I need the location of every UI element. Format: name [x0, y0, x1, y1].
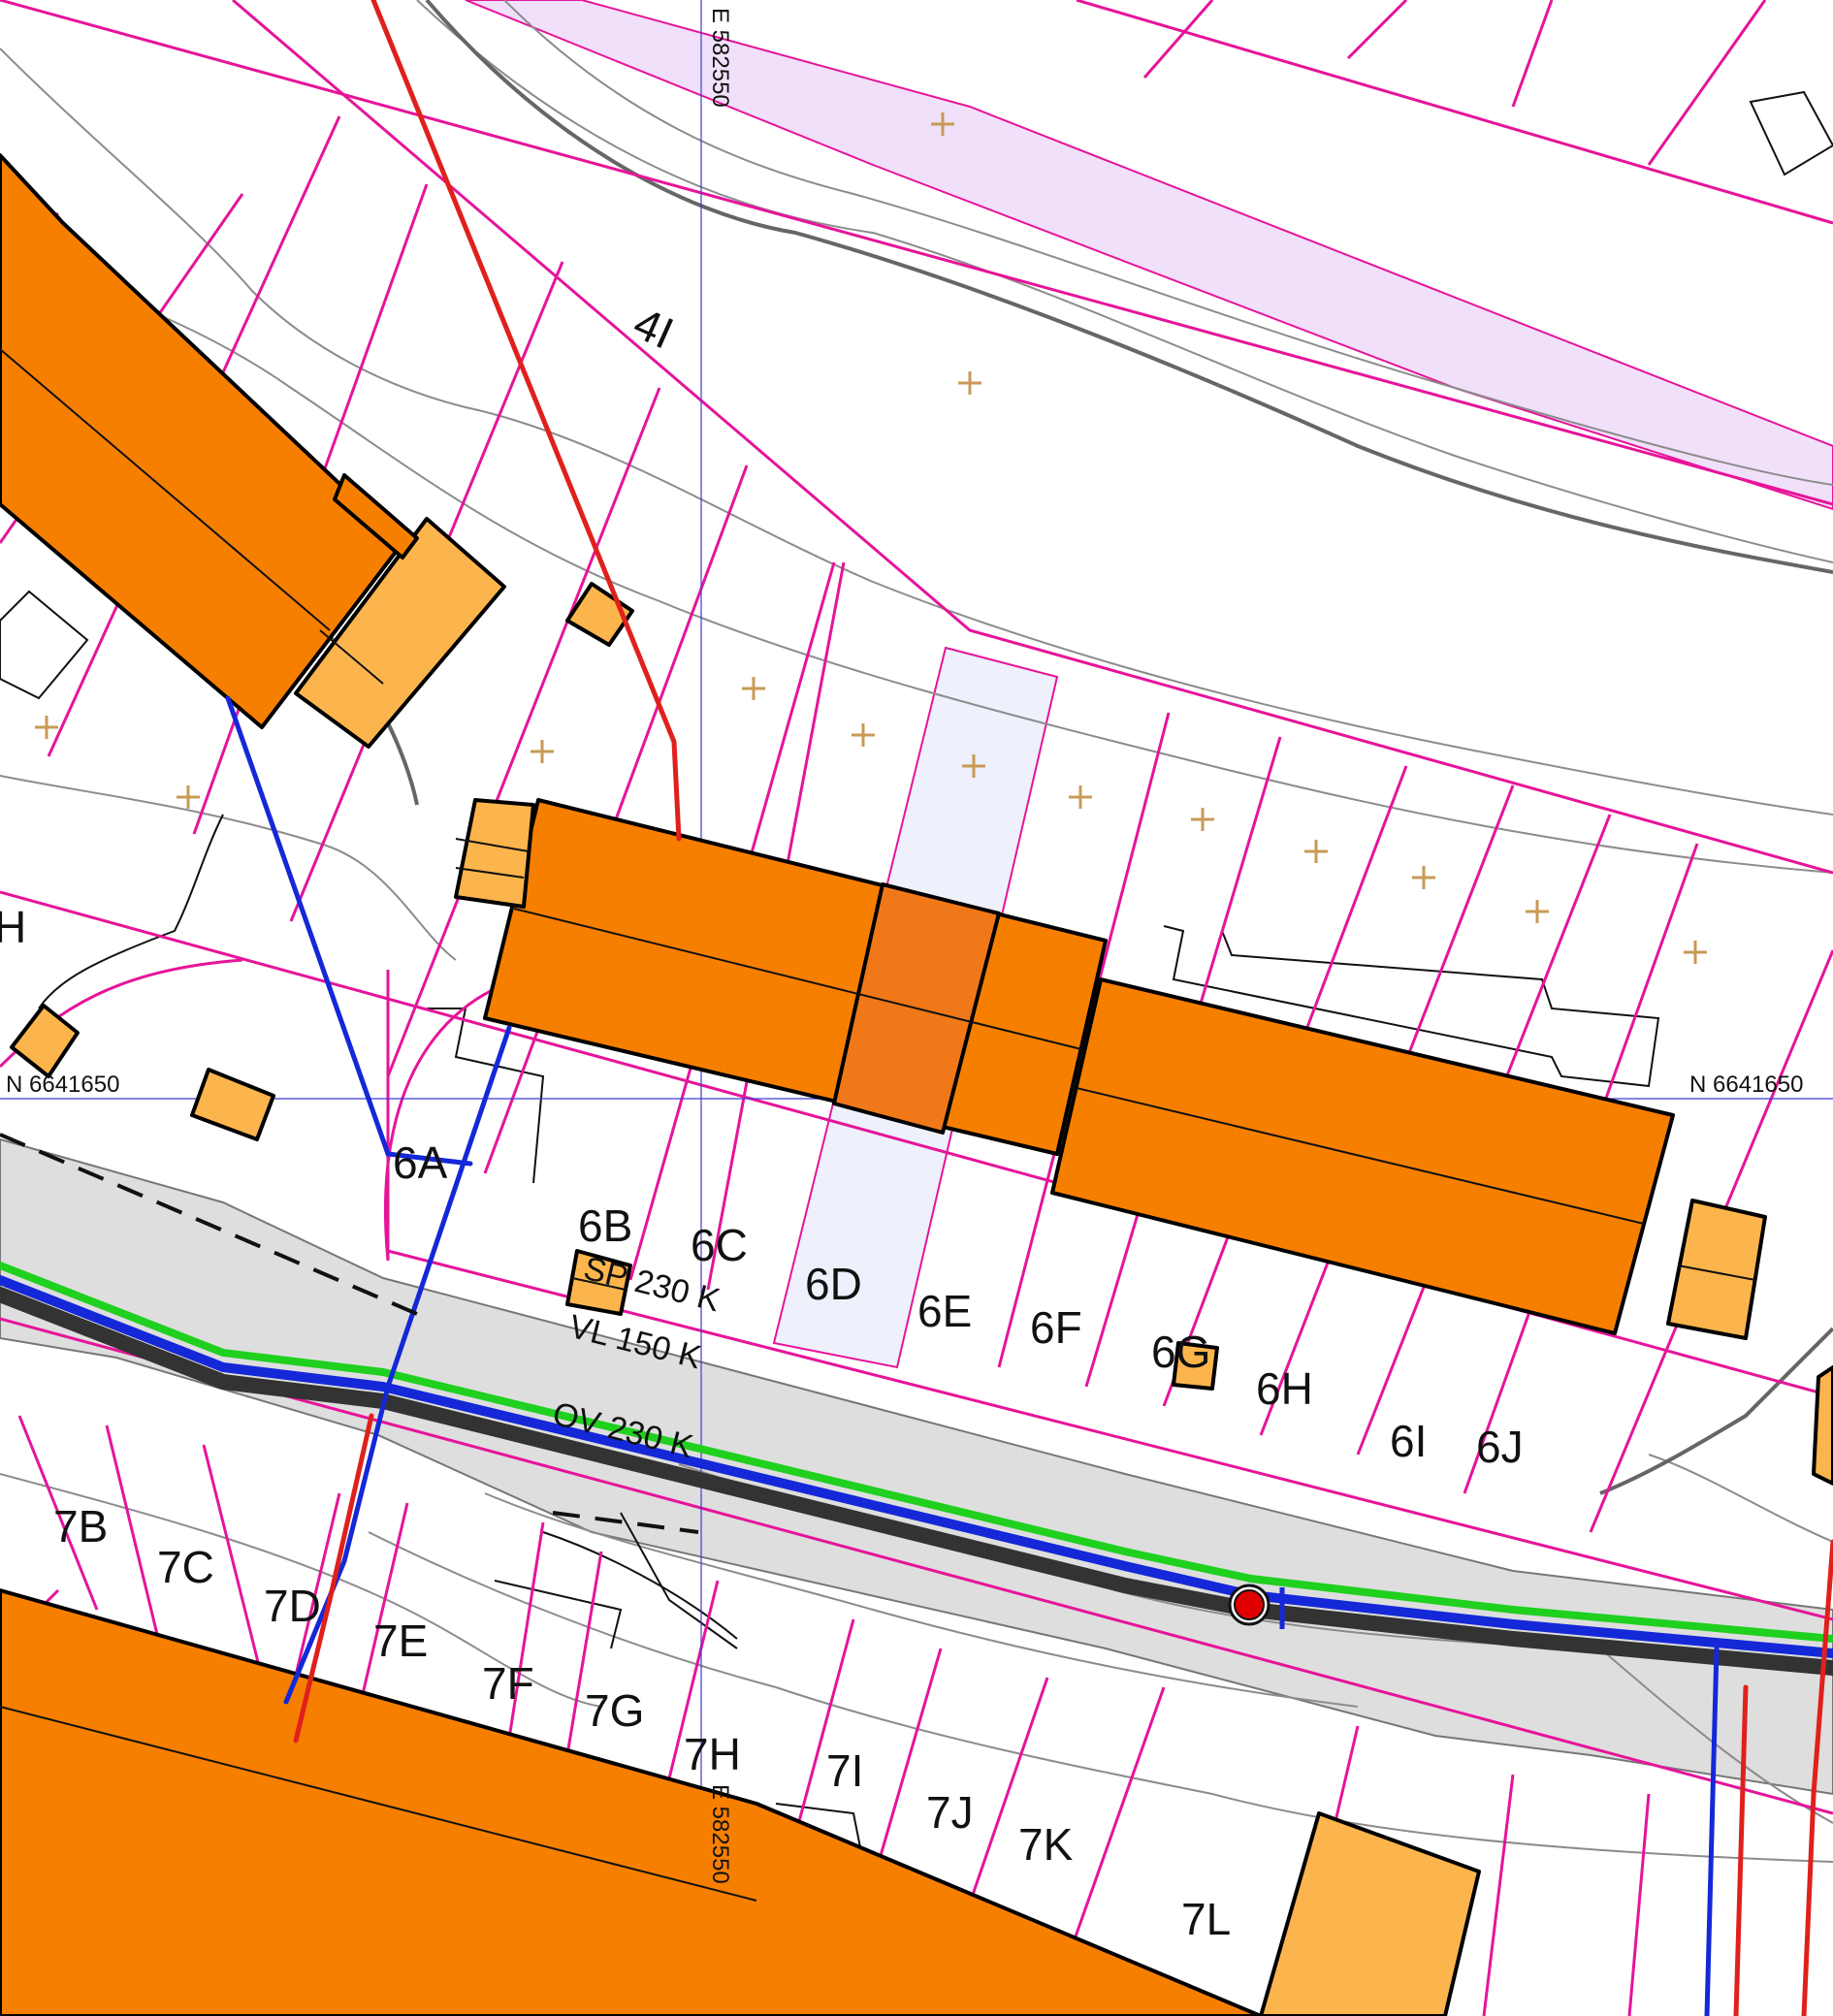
easting-label-bottom: E 582550 — [707, 1784, 733, 1884]
parcel-label-6i: 6I — [1390, 1416, 1427, 1466]
parcel-label-7l: 7L — [1181, 1894, 1231, 1944]
parcel-label-6d: 6D — [805, 1259, 862, 1309]
parcel-label-h: H — [0, 902, 26, 952]
easement-band — [465, 0, 1833, 511]
northing-label-right: N 6641650 — [1689, 1072, 1803, 1098]
parcel-label-6f: 6F — [1030, 1302, 1082, 1353]
parcel-label-6a: 6A — [393, 1137, 448, 1188]
building-south — [0, 1588, 1263, 2016]
annex-far-east — [1812, 1365, 1833, 1486]
annex-small-3 — [190, 1068, 275, 1141]
parcel-label-7c: 7C — [157, 1542, 214, 1592]
parcel-label-7g: 7G — [585, 1685, 644, 1736]
annex-6a-west — [454, 798, 535, 909]
parcel-label-7d: 7D — [264, 1581, 321, 1631]
parcel-label-4i: 4I — [627, 298, 681, 359]
annex-small-2 — [10, 1004, 80, 1078]
northing-label-left: N 6641650 — [6, 1072, 119, 1098]
building-south-end — [1259, 1811, 1481, 2016]
parcel-label-6c: 6C — [691, 1220, 748, 1270]
parcel-label-7f: 7F — [482, 1658, 534, 1709]
parcel-label-6b: 6B — [578, 1200, 632, 1251]
parcel-label-7j: 7J — [926, 1787, 974, 1838]
parcel-label-7k: 7K — [1018, 1819, 1074, 1870]
parcel-label-6e: 6E — [917, 1286, 972, 1336]
site-plan-map: E 582550 E 582550 N 6641650 N 6641650 SP… — [0, 0, 1833, 2016]
parcel-label-6h: 6H — [1256, 1363, 1313, 1414]
parcel-label-7b: 7B — [53, 1501, 108, 1552]
map-canvas: E 582550 E 582550 N 6641650 N 6641650 SP… — [0, 0, 1833, 2016]
annex-east — [1666, 1199, 1767, 1340]
parcel-label-6j: 6J — [1476, 1422, 1524, 1472]
parcel-label-7h: 7H — [684, 1729, 741, 1779]
easting-label-top: E 582550 — [707, 8, 733, 108]
parcel-label-7i: 7I — [826, 1745, 863, 1796]
sewer-line-1 — [370, 0, 682, 842]
parcel-label-7e: 7E — [373, 1616, 428, 1666]
parcel-label-6g: 6G — [1151, 1327, 1210, 1377]
